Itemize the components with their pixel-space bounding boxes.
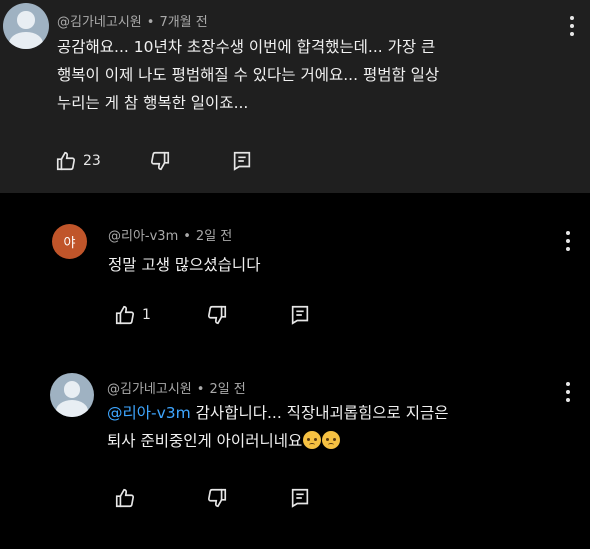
comment-line: 누리는 게 참 행복한 일이죠... — [57, 94, 249, 112]
meta-separator: • — [183, 229, 191, 244]
default-avatar-icon[interactable] — [3, 3, 49, 49]
thumbs-down-icon — [207, 488, 227, 508]
comment-meta: @김가네고시원 • 2일 전 — [107, 378, 246, 397]
comment-author[interactable]: @김가네고시원 — [107, 382, 192, 397]
dislike-button[interactable] — [149, 148, 171, 174]
thumbs-up-icon — [56, 151, 76, 171]
like-button[interactable] — [114, 485, 136, 511]
reply-icon — [233, 151, 251, 171]
like-count: 1 — [142, 307, 151, 323]
thumbs-up-icon — [115, 305, 135, 325]
like-button[interactable]: 23 — [55, 148, 101, 174]
comment-text: 공감해요... 10년차 초장수생 이번에 합격했는데... 가장 큰 행복이 … — [57, 33, 577, 117]
comment-line-text: 퇴사 준비중인게 아이러니네요 — [107, 432, 303, 450]
reply-button[interactable] — [231, 148, 253, 174]
like-button[interactable]: 1 — [114, 302, 151, 328]
comment-time[interactable]: 7개월 전 — [159, 15, 207, 30]
comment-meta: @리아-v3m • 2일 전 — [108, 225, 232, 244]
comment-actions — [114, 485, 334, 511]
more-options-icon[interactable] — [562, 380, 574, 404]
thumbs-down-icon — [150, 151, 170, 171]
comment-line-rest: 감사합니다... 직장내괴롭힘으로 지금은 — [190, 404, 449, 422]
thumbs-up-icon — [115, 488, 135, 508]
comment-line: 정말 고생 많으셨습니다 — [108, 256, 261, 274]
comment-thread-top: @김가네고시원 • 7개월 전 공감해요... 10년차 초장수생 이번에 합격했는… — [0, 0, 590, 193]
reply-icon — [291, 488, 309, 508]
pleading-face-emoji — [303, 431, 322, 449]
meta-separator: • — [196, 382, 205, 397]
comment-actions: 1 — [114, 302, 334, 328]
comment-meta: @김가네고시원 • 7개월 전 — [57, 11, 208, 30]
default-avatar-icon[interactable] — [50, 373, 94, 417]
mention-link[interactable]: @리아-v3m — [107, 404, 191, 422]
comment-line: 공감해요... 10년차 초장수생 이번에 합격했는데... 가장 큰 — [57, 38, 436, 56]
avatar-letter: 야 — [63, 236, 76, 251]
comment-author[interactable]: @김가네고시원 — [57, 15, 142, 30]
comment-text: 정말 고생 많으셨습니다 — [108, 251, 548, 279]
dislike-button[interactable] — [206, 485, 228, 511]
comment-time[interactable]: 2일 전 — [209, 382, 245, 397]
reply-button[interactable] — [289, 302, 311, 328]
comment-line: 퇴사 준비중인게 아이러니네요 — [107, 427, 577, 455]
more-options-icon[interactable] — [562, 229, 574, 253]
like-count: 23 — [83, 153, 101, 169]
avatar[interactable]: 야 — [52, 224, 87, 259]
reply-button[interactable] — [289, 485, 311, 511]
comment-line: @리아-v3m 감사합니다... 직장내괴롭힘으로 지금은 — [107, 399, 577, 427]
comment-author[interactable]: @리아-v3m — [108, 229, 178, 244]
comment-line: 행복이 이제 나도 평범해질 수 있다는 거에요... 평범함 일상 — [57, 66, 440, 84]
comment-time[interactable]: 2일 전 — [196, 229, 232, 244]
thumbs-down-icon — [207, 305, 227, 325]
dislike-button[interactable] — [206, 302, 228, 328]
more-options-icon[interactable] — [566, 14, 578, 38]
reply-item: 야 @리아-v3m • 2일 전 정말 고생 많으셨습니다 1 — [0, 193, 590, 356]
reply-icon — [291, 305, 309, 325]
pleading-face-emoji — [322, 431, 341, 449]
comment-text: @리아-v3m 감사합니다... 직장내괴롭힘으로 지금은 퇴사 준비중인게 아… — [107, 399, 577, 455]
comment-actions: 23 — [55, 148, 295, 174]
reply-item: @김가네고시원 • 2일 전 @리아-v3m 감사합니다... 직장내괴롭힘으로 지… — [0, 356, 590, 549]
meta-separator: • — [146, 15, 155, 30]
